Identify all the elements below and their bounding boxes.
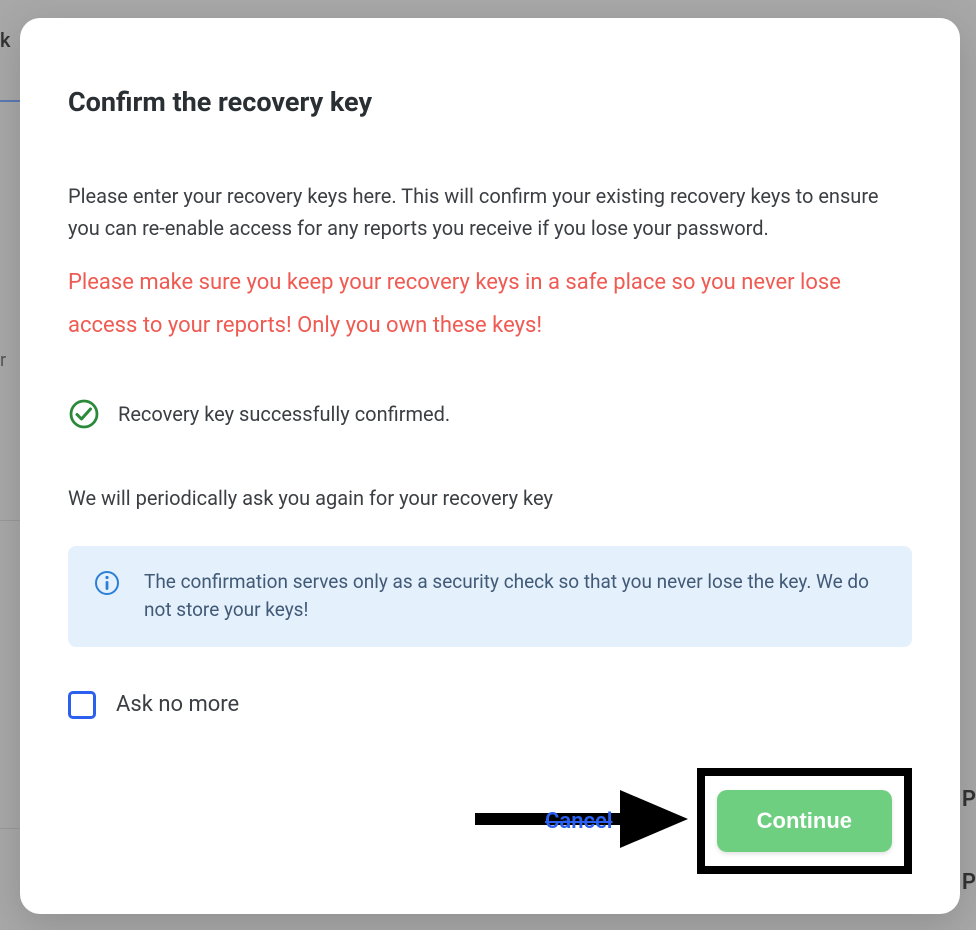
continue-highlight-box: Continue <box>697 768 912 874</box>
success-row: Recovery key successfully confirmed. <box>68 398 912 430</box>
background-fragment: P <box>962 870 976 895</box>
ask-no-more-row: Ask no more <box>68 691 912 719</box>
background-fragment: r <box>0 350 6 371</box>
info-icon <box>94 570 120 596</box>
background-fragment: P <box>962 787 976 812</box>
info-box: The confirmation serves only as a securi… <box>68 546 912 647</box>
success-text: Recovery key successfully confirmed. <box>118 402 450 426</box>
recovery-key-modal: Confirm the recovery key Please enter yo… <box>20 18 960 914</box>
warning-text: Please make sure you keep your recovery … <box>68 262 912 348</box>
ask-no-more-label: Ask no more <box>116 692 239 717</box>
background-line <box>0 520 20 521</box>
background-fragment: k <box>0 28 10 52</box>
background-line <box>0 100 20 102</box>
info-text: The confirmation serves only as a securi… <box>144 568 886 625</box>
modal-footer: Cancel Continue <box>20 768 960 874</box>
periodic-text: We will periodically ask you again for y… <box>68 486 912 510</box>
continue-button[interactable]: Continue <box>717 790 892 852</box>
background-line <box>0 828 20 829</box>
cancel-button[interactable]: Cancel <box>545 809 613 834</box>
ask-no-more-checkbox[interactable] <box>68 691 96 719</box>
check-circle-icon <box>68 398 100 430</box>
intro-text: Please enter your recovery keys here. Th… <box>68 180 912 244</box>
modal-title: Confirm the recovery key <box>68 86 912 118</box>
